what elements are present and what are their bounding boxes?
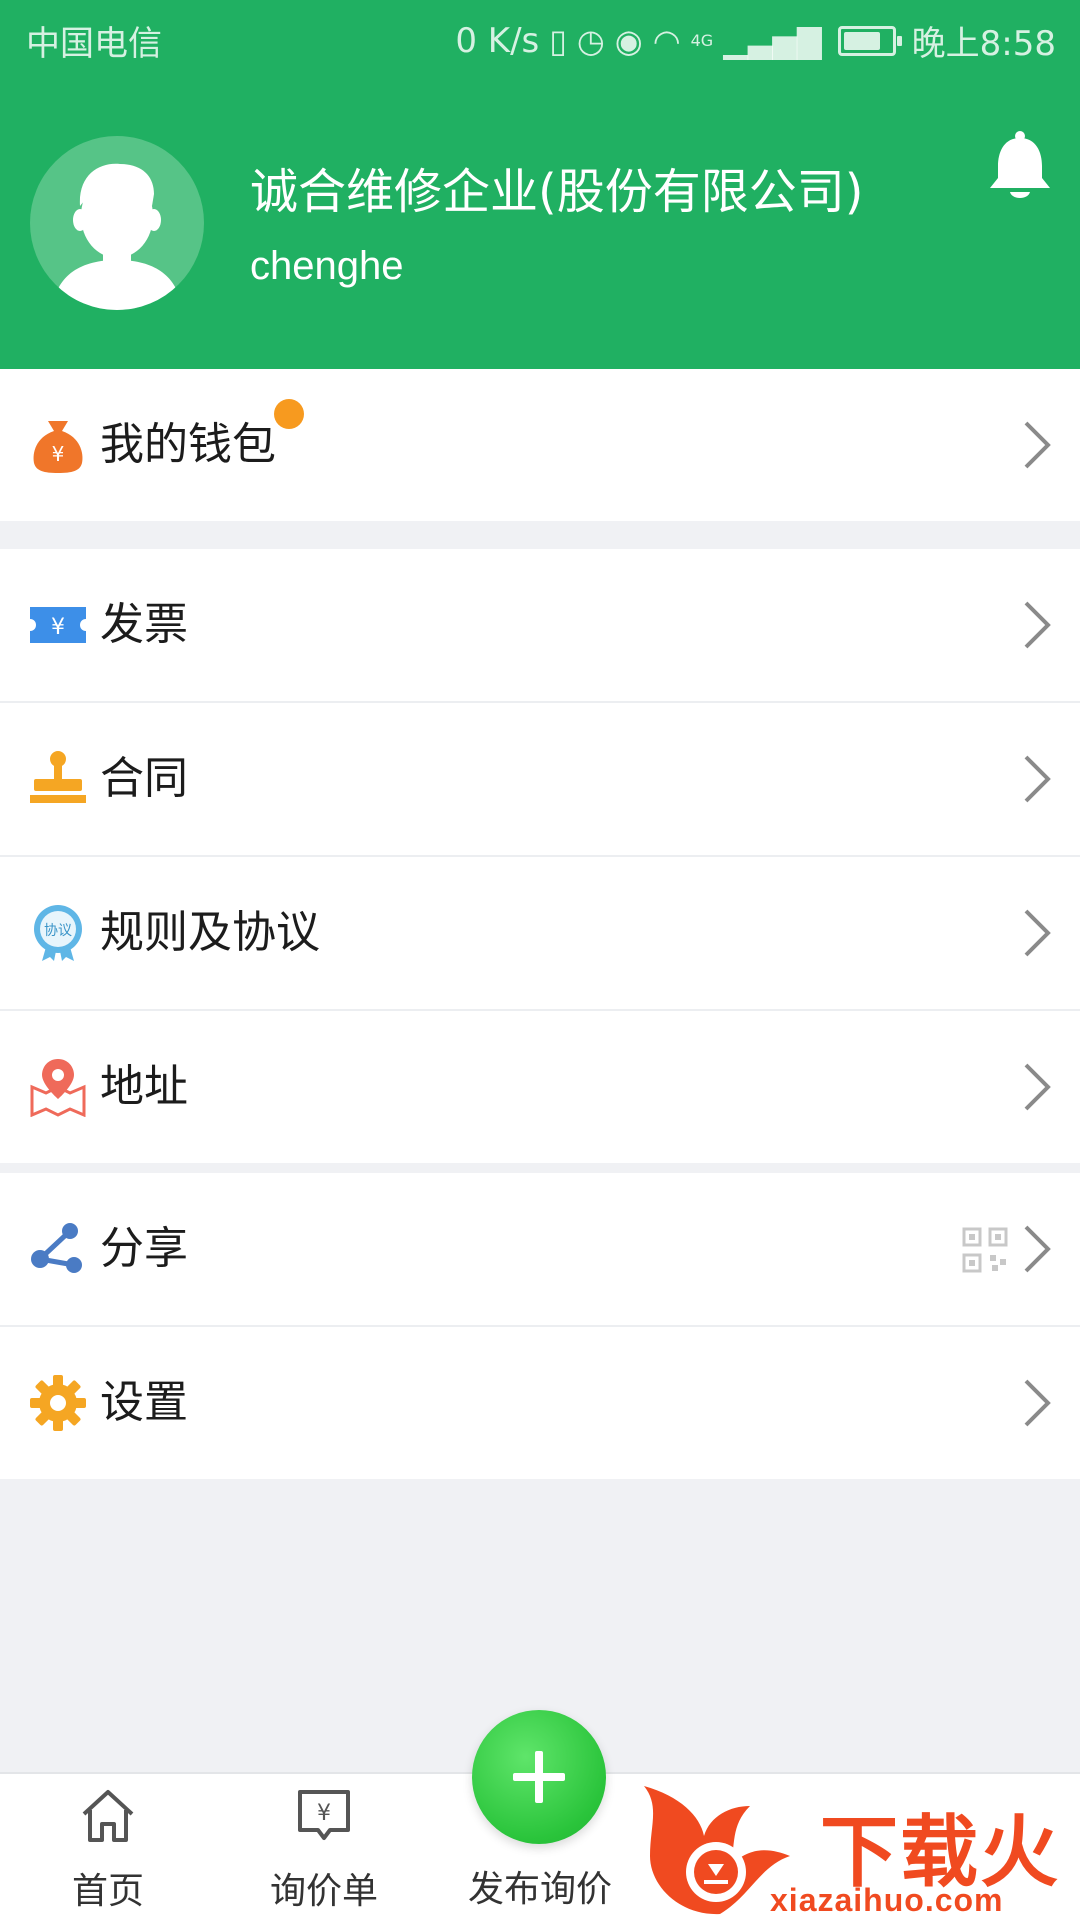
- svg-text:¥: ¥: [51, 615, 65, 640]
- plus-icon: [513, 1751, 565, 1803]
- chevron-right-icon: [1024, 601, 1051, 649]
- menu-item-settings[interactable]: 设置: [0, 1327, 1080, 1479]
- menu-item-address[interactable]: 地址: [0, 1011, 1080, 1163]
- home-icon: [82, 1790, 134, 1842]
- eye-icon: ◉: [614, 21, 643, 60]
- inquiry-chat-icon: ¥: [298, 1790, 350, 1840]
- status-bar: 中国电信 0 K/s ▯ ◷ ◉ ◠ 4G ▁▃▅▇ 晚上8:58: [0, 0, 1080, 76]
- chevron-right-icon: [1024, 421, 1051, 469]
- menu-item-label: 我的钱包: [100, 419, 276, 470]
- menu-item-share[interactable]: 分享: [0, 1173, 1080, 1327]
- gear-icon: [30, 1375, 86, 1431]
- menu-item-contract[interactable]: 合同: [0, 703, 1080, 857]
- chevron-right-icon: [1024, 909, 1051, 957]
- menu-item-label: 规则及协议: [100, 907, 320, 958]
- vibrate-icon: ▯: [549, 21, 567, 60]
- map-pin-icon: [30, 1059, 86, 1117]
- qr-code-icon[interactable]: [962, 1227, 1008, 1273]
- menu-item-label: 发票: [100, 599, 188, 650]
- network-type: 4G: [690, 31, 714, 50]
- menu-item-wallet[interactable]: ¥ 我的钱包: [0, 369, 1080, 521]
- chevron-right-icon: [1024, 1379, 1051, 1427]
- menu-group-docs: ¥ 发票 合同 协议 规则及协议 地址: [0, 549, 1080, 1163]
- menu-item-label: 设置: [100, 1377, 188, 1428]
- battery-icon: [837, 25, 902, 56]
- clock: 晚上8:58: [911, 24, 1056, 64]
- tab-label: 首页: [71, 1871, 144, 1912]
- chevron-right-icon: [1024, 755, 1051, 803]
- network-speed: 0 K/s: [455, 20, 540, 61]
- svg-text:¥: ¥: [317, 1801, 331, 1826]
- ticket-icon: ¥: [30, 607, 86, 643]
- tab-inquiry-list[interactable]: ¥ 询价单: [234, 1774, 414, 1922]
- wifi-icon: ◠: [652, 21, 681, 60]
- profile-header: 中国电信 0 K/s ▯ ◷ ◉ ◠ 4G ▁▃▅▇ 晚上8:58 诚合维修企业…: [0, 0, 1080, 369]
- status-right: 0 K/s ▯ ◷ ◉ ◠ 4G ▁▃▅▇ 晚上8:58: [455, 16, 1056, 65]
- share-icon: [31, 1223, 82, 1273]
- svg-text:协议: 协议: [44, 923, 72, 939]
- avatar[interactable]: [30, 136, 204, 310]
- tab-home[interactable]: 首页: [18, 1774, 198, 1922]
- stamp-icon: [30, 751, 86, 803]
- money-bag-icon: ¥: [33, 421, 83, 473]
- tab-label: 询价单: [269, 1871, 378, 1912]
- bell-icon[interactable]: [988, 130, 1052, 204]
- user-silhouette-icon: [52, 163, 182, 310]
- menu-item-label: 地址: [100, 1061, 188, 1112]
- menu-item-label: 合同: [100, 753, 188, 804]
- watermark-url: xiazaihuo.com: [770, 1882, 1004, 1918]
- username: chenghe: [250, 244, 404, 288]
- notification-dot: [274, 399, 304, 429]
- menu-item-rules[interactable]: 协议 规则及协议: [0, 857, 1080, 1011]
- publish-inquiry-button[interactable]: [472, 1710, 606, 1844]
- menu-item-invoice[interactable]: ¥ 发票: [0, 549, 1080, 703]
- menu-group-misc: 分享 设置: [0, 1173, 1080, 1479]
- menu-group-wallet: ¥ 我的钱包: [0, 369, 1080, 521]
- agreement-badge-icon: 协议: [34, 905, 82, 961]
- signal-icon: ▁▃▅▇: [723, 21, 822, 60]
- menu-item-label: 分享: [100, 1223, 188, 1274]
- alarm-icon: ◷: [576, 21, 605, 60]
- carrier-label: 中国电信: [26, 24, 162, 64]
- publish-inquiry-label: 发布询价: [467, 1869, 612, 1910]
- chevron-right-icon: [1024, 1063, 1051, 1111]
- chevron-right-icon: [1024, 1225, 1051, 1273]
- svg-text:¥: ¥: [52, 442, 65, 466]
- company-name: 诚合维修企业(股份有限公司): [250, 164, 864, 220]
